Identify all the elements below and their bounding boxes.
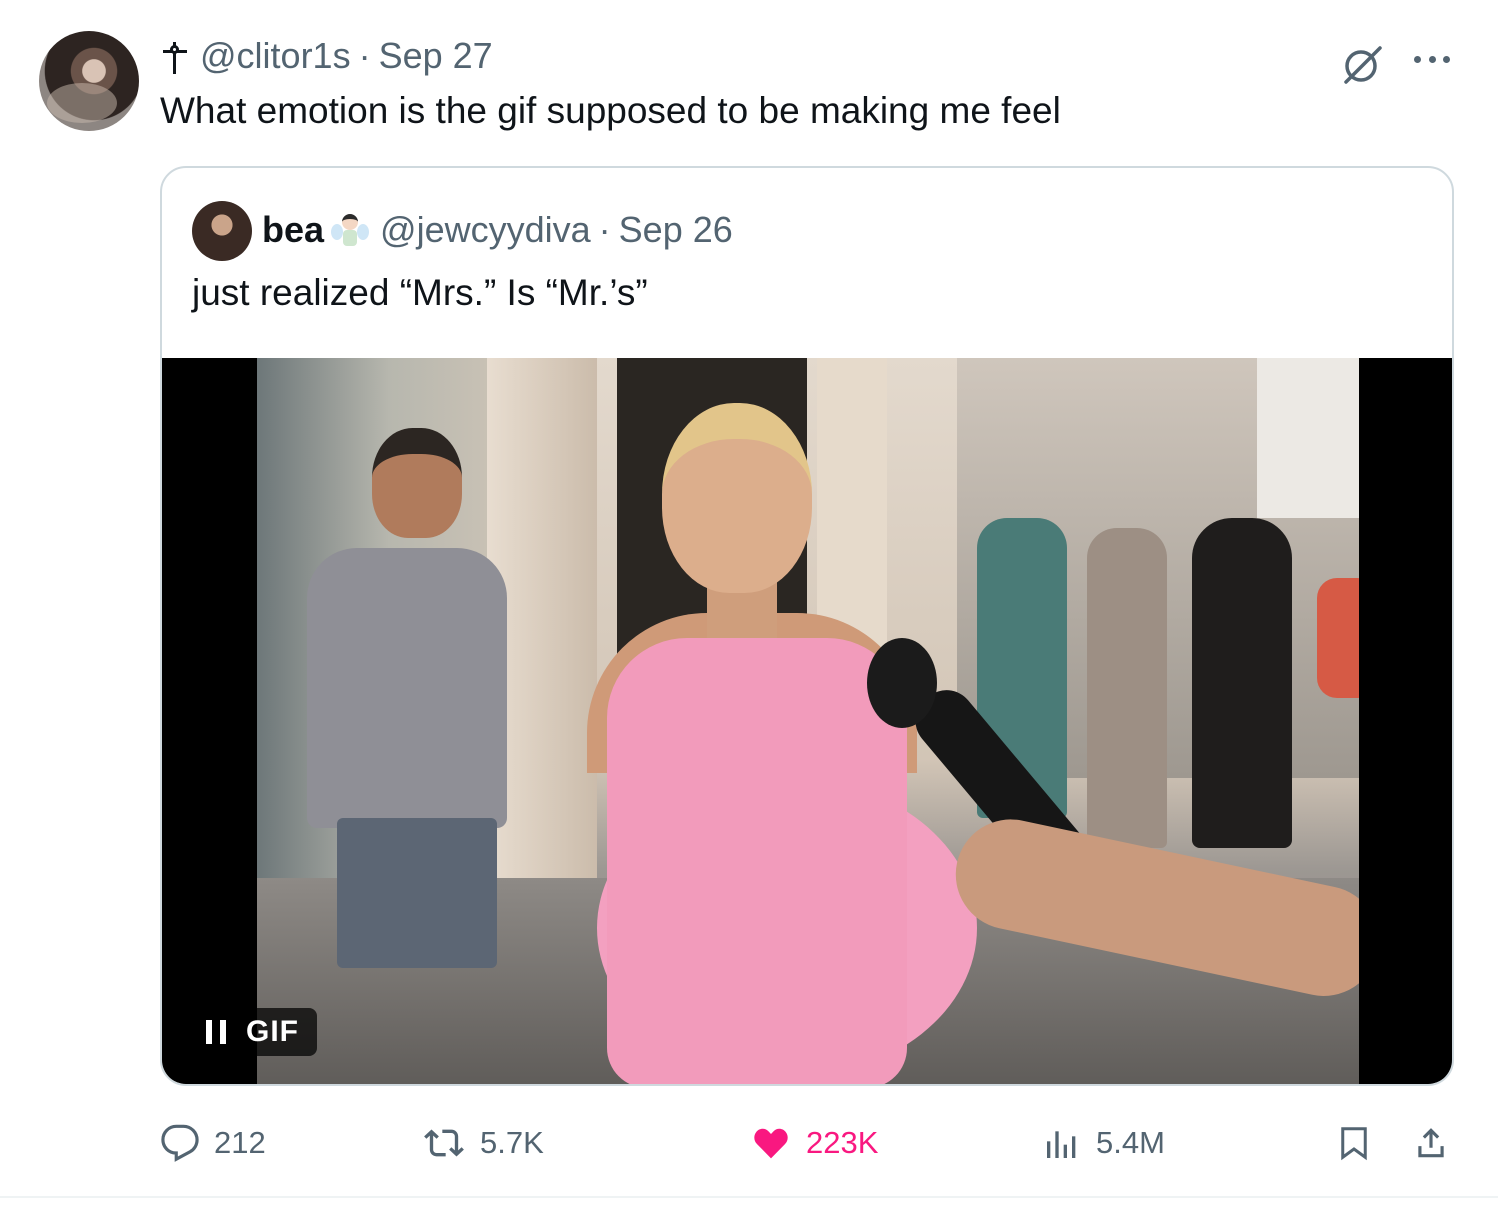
quoted-tweet[interactable]: bea @jewcyydiva · Sep 26 just realized “… <box>160 166 1454 1086</box>
author-handle[interactable]: @clitor1s <box>200 35 351 77</box>
divider <box>0 1196 1498 1198</box>
quoted-display-name[interactable]: bea <box>262 209 324 251</box>
reply-count: 212 <box>214 1125 266 1160</box>
fairy-emoji-icon <box>330 210 370 250</box>
quoted-date[interactable]: Sep 26 <box>619 209 733 251</box>
grok-icon[interactable] <box>1340 42 1386 88</box>
repost-button[interactable]: 5.7K <box>422 1116 544 1170</box>
quoted-tweet-text: just realized “Mrs.” Is “Mr.’s” <box>192 272 648 313</box>
gif-label: GIF <box>246 1015 299 1048</box>
tweet-date[interactable]: Sep 27 <box>379 35 493 77</box>
more-icon[interactable] <box>1410 44 1454 74</box>
views-button[interactable]: 5.4M <box>1042 1116 1165 1170</box>
author-avatar[interactable] <box>39 31 139 131</box>
gif-media[interactable]: GIF <box>162 358 1452 1084</box>
views-icon <box>1042 1123 1082 1163</box>
share-icon <box>1412 1123 1450 1163</box>
tweet-header: @clitor1s · Sep 27 <box>160 34 493 78</box>
share-button[interactable] <box>1412 1116 1450 1170</box>
pause-icon[interactable] <box>206 1020 226 1044</box>
tweet-text: What emotion is the gif supposed to be m… <box>160 90 1061 131</box>
like-button[interactable]: 223K <box>750 1116 878 1170</box>
tweet: @clitor1s · Sep 27 What emotion is the g… <box>0 0 1498 1206</box>
quoted-tweet-header: bea @jewcyydiva · Sep 26 <box>262 208 733 252</box>
bookmark-icon <box>1336 1123 1372 1163</box>
reply-button[interactable]: 212 <box>160 1116 266 1170</box>
repost-icon <box>422 1123 466 1163</box>
quoted-author-avatar[interactable] <box>192 201 252 261</box>
cross-icon <box>160 36 190 76</box>
bookmark-button[interactable] <box>1336 1116 1372 1170</box>
views-count: 5.4M <box>1096 1125 1165 1160</box>
heart-icon <box>750 1123 792 1163</box>
quoted-handle[interactable]: @jewcyydiva <box>380 209 591 251</box>
like-count: 223K <box>806 1125 879 1160</box>
gif-badge[interactable]: GIF <box>190 1008 317 1056</box>
gif-frame <box>257 358 1359 1084</box>
repost-count: 5.7K <box>480 1125 544 1160</box>
separator: · <box>598 209 611 250</box>
separator: · <box>358 35 371 76</box>
reply-icon <box>160 1123 200 1163</box>
tweet-actions: 212 5.7K 223K 5.4M <box>160 1116 1454 1170</box>
